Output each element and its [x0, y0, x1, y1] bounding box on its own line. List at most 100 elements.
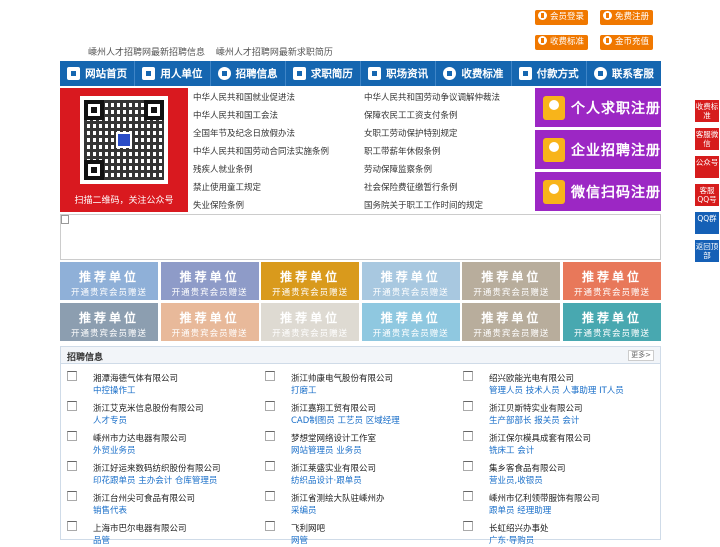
job-item[interactable]: 湘潭海德气体有限公司 中控操作工	[61, 369, 251, 397]
job-positions[interactable]: 铣床工 会计	[489, 444, 534, 456]
wechat-register-button[interactable]: 微信扫码注册	[535, 172, 661, 211]
job-item[interactable]: 梦想堂网络设计工作室 网站管理员 业务员	[259, 429, 449, 457]
free-register-button[interactable]: 免费注册	[600, 10, 654, 25]
law-link[interactable]: 中华人民共和国工会法	[193, 109, 278, 121]
latest-resumes-link[interactable]: 嵊州人才招聘网最新求职简历	[216, 48, 333, 58]
job-item[interactable]: 绍兴欧能光电有限公司 管理人员 技术人员 人事助理 IT人员	[457, 369, 647, 397]
law-link[interactable]: 全国年节及纪念日放假办法	[193, 127, 295, 139]
company-name[interactable]: 嵊州市力达电器有限公司	[93, 432, 187, 444]
job-item[interactable]: 上海市巴尔电器有限公司 品管	[61, 519, 251, 547]
job-positions[interactable]: 广东·导购员	[489, 534, 534, 546]
company-name[interactable]: 梦想堂网络设计工作室	[291, 432, 376, 444]
job-positions[interactable]: 销售代表	[93, 504, 127, 516]
job-item[interactable]: 浙江台州尖可食品有限公司 销售代表	[61, 489, 251, 517]
recommended-tile[interactable]: 推荐单位 开通贵宾会员赠送	[361, 303, 460, 341]
side-qq-group[interactable]: QQ群	[695, 212, 719, 234]
law-link[interactable]: 社会保险费征缴暂行条例	[364, 181, 458, 193]
nav-fees[interactable]: 收费标准	[436, 61, 512, 86]
recommended-tile[interactable]: 推荐单位 开通贵宾会员赠送	[462, 303, 561, 341]
job-positions[interactable]: CAD制图员 工艺员 区域经理	[291, 414, 400, 426]
nav-resumes[interactable]: 求职简历	[286, 61, 361, 86]
job-item[interactable]: 长虹绍兴办事处 广东·导购员	[457, 519, 647, 547]
job-positions[interactable]: 纺织品设计·跟单员	[291, 474, 362, 486]
company-name[interactable]: 浙江省测绘大队驻嵊州办	[291, 492, 385, 504]
job-positions[interactable]: 打磨工	[291, 384, 317, 396]
job-positions[interactable]: 跟单员 经理助理	[489, 504, 551, 516]
law-link[interactable]: 国务院关于职工工作时间的规定	[364, 199, 483, 211]
nav-payment[interactable]: 付款方式	[512, 61, 587, 86]
job-item[interactable]: 集乡客食品有限公司 营业员,收银员	[457, 459, 647, 487]
company-name[interactable]: 湘潭海德气体有限公司	[93, 372, 178, 384]
law-link[interactable]: 女职工劳动保护特别规定	[364, 127, 458, 139]
job-item[interactable]: 嵊州市亿利领带服饰有限公司 跟单员 经理助理	[457, 489, 647, 517]
job-positions[interactable]: 生产部部长 报关员 会计	[489, 414, 579, 426]
recommended-tile[interactable]: 推荐单位 开通贵宾会员赠送	[261, 303, 360, 341]
company-name[interactable]: 上海市巴尔电器有限公司	[93, 522, 187, 534]
company-register-button[interactable]: 企业招聘注册	[535, 130, 661, 169]
nav-jobs[interactable]: 招聘信息	[211, 61, 286, 86]
more-link[interactable]: 更多>	[628, 350, 654, 361]
job-item[interactable]: 飞利网吧 网管	[259, 519, 449, 547]
nav-support[interactable]: 联系客服	[587, 61, 661, 86]
job-item[interactable]: 浙江莱盛实业有限公司 纺织品设计·跟单员	[259, 459, 449, 487]
company-name[interactable]: 绍兴欧能光电有限公司	[489, 372, 574, 384]
recommended-tile[interactable]: 推荐单位 开通贵宾会员赠送	[60, 262, 158, 300]
law-link[interactable]: 失业保险条例	[193, 199, 244, 211]
nav-employers[interactable]: 用人单位	[135, 61, 211, 86]
law-link[interactable]: 禁止使用童工规定	[193, 181, 261, 193]
job-positions[interactable]: 人才专员	[93, 414, 127, 426]
company-name[interactable]: 长虹绍兴办事处	[489, 522, 549, 534]
side-back-to-top[interactable]: 返回顶部	[695, 240, 719, 262]
company-name[interactable]: 飞利网吧	[291, 522, 325, 534]
company-name[interactable]: 集乡客食品有限公司	[489, 462, 566, 474]
latest-jobs-link[interactable]: 嵊州人才招聘网最新招聘信息	[88, 48, 205, 58]
job-positions[interactable]: 网管	[291, 534, 308, 546]
recommended-tile[interactable]: 推荐单位 开通贵宾会员赠送	[361, 262, 460, 300]
job-item[interactable]: 浙江艾克米信息股份有限公司 人才专员	[61, 399, 251, 427]
law-link[interactable]: 中华人民共和国劳动合同法实施条例	[193, 145, 329, 157]
law-link[interactable]: 职工带薪年休假条例	[364, 145, 441, 157]
recommended-tile[interactable]: 推荐单位 开通贵宾会员赠送	[563, 303, 661, 341]
recommended-tile[interactable]: 推荐单位 开通贵宾会员赠送	[563, 262, 661, 300]
job-positions[interactable]: 采编员	[291, 504, 317, 516]
company-name[interactable]: 浙江艾克米信息股份有限公司	[93, 402, 204, 414]
job-positions[interactable]: 营业员,收银员	[489, 474, 543, 486]
company-name[interactable]: 浙江贝斯特实业有限公司	[489, 402, 583, 414]
company-name[interactable]: 浙江保尔模具成套有限公司	[489, 432, 591, 444]
law-link[interactable]: 劳动保障监察条例	[364, 163, 432, 175]
law-link[interactable]: 保障农民工工资支付条例	[364, 109, 458, 121]
job-item[interactable]: 浙江嘉翔工贸有限公司 CAD制图员 工艺员 区域经理	[259, 399, 449, 427]
job-positions[interactable]: 品管	[93, 534, 110, 546]
job-item[interactable]: 嵊州市力达电器有限公司 外贸业务员	[61, 429, 251, 457]
nav-news[interactable]: 职场资讯	[361, 61, 437, 86]
recommended-tile[interactable]: 推荐单位 开通贵宾会员赠送	[261, 262, 360, 300]
company-name[interactable]: 浙江好运来数码纺织股份有限公司	[93, 462, 221, 474]
company-name[interactable]: 浙江嘉翔工贸有限公司	[291, 402, 376, 414]
law-link[interactable]: 中华人民共和国就业促进法	[193, 91, 295, 103]
recommended-tile[interactable]: 推荐单位 开通贵宾会员赠送	[462, 262, 561, 300]
job-positions[interactable]: 中控操作工	[93, 384, 136, 396]
job-item[interactable]: 浙江贝斯特实业有限公司 生产部部长 报关员 会计	[457, 399, 647, 427]
member-login-button[interactable]: 会员登录	[535, 10, 589, 25]
recommended-tile[interactable]: 推荐单位 开通贵宾会员赠送	[160, 262, 259, 300]
job-item[interactable]: 浙江好运来数码纺织股份有限公司 印花跟单员 主办会计 仓库管理员	[61, 459, 251, 487]
side-fee-standard[interactable]: 收费标准	[695, 100, 719, 122]
company-name[interactable]: 浙江莱盛实业有限公司	[291, 462, 376, 474]
recommended-tile[interactable]: 推荐单位 开通贵宾会员赠送	[60, 303, 158, 341]
law-link[interactable]: 残疾人就业条例	[193, 163, 253, 175]
job-positions[interactable]: 外贸业务员	[93, 444, 136, 456]
side-official-account[interactable]: 公众号	[695, 156, 719, 178]
ad-banner[interactable]	[60, 214, 661, 260]
company-name[interactable]: 浙江帅康电气股份有限公司	[291, 372, 393, 384]
side-wechat-service[interactable]: 客服微信	[695, 128, 719, 150]
company-name[interactable]: 嵊州市亿利领带服饰有限公司	[489, 492, 600, 504]
coin-recharge-button[interactable]: 金币充值	[600, 35, 654, 50]
law-link[interactable]: 中华人民共和国劳动争议调解仲裁法	[364, 91, 500, 103]
side-qq-service[interactable]: 客服QQ号	[695, 184, 719, 206]
job-positions[interactable]: 网站管理员 业务员	[291, 444, 362, 456]
company-name[interactable]: 浙江台州尖可食品有限公司	[93, 492, 195, 504]
recommended-tile[interactable]: 推荐单位 开通贵宾会员赠送	[160, 303, 259, 341]
job-item[interactable]: 浙江帅康电气股份有限公司 打磨工	[259, 369, 449, 397]
fee-standard-button[interactable]: 收费标准	[535, 35, 589, 50]
job-positions[interactable]: 管理人员 技术人员 人事助理 IT人员	[489, 384, 624, 396]
